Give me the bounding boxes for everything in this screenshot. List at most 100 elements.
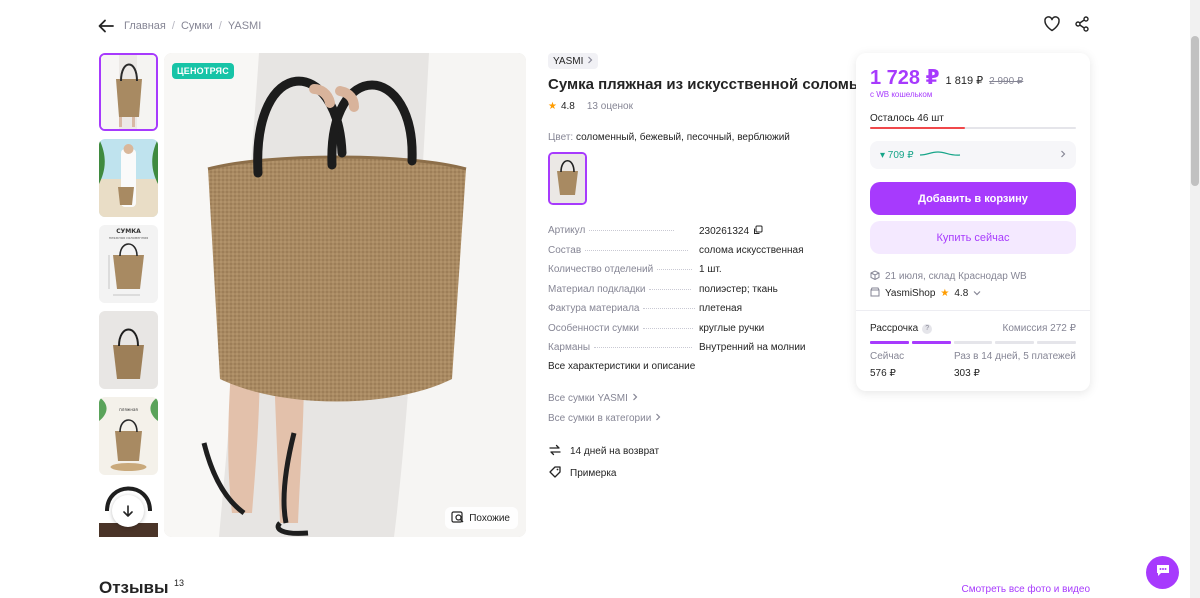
- breadcrumb-home[interactable]: Главная: [124, 20, 166, 32]
- top-actions: [1043, 15, 1091, 33]
- delivery-text: 21 июля, склад Краснодар WB: [885, 271, 1027, 282]
- payment-tabs: Рассрочка ? Комиссия 272 ₽: [870, 323, 1076, 334]
- commission-label: Комиссия 272 ₽: [1002, 323, 1076, 334]
- spec-leader: [643, 308, 696, 309]
- progress-segment: [953, 341, 993, 344]
- color-label-value: соломенный, бежевый, песочный, верблюжий: [575, 132, 790, 143]
- wallet-note[interactable]: с WB кошельком: [870, 90, 932, 99]
- spec-key: Состав: [548, 244, 582, 256]
- category-all-label: Все сумки в категории: [548, 413, 652, 424]
- progress-segment: [995, 341, 1035, 344]
- stock-bar-fill: [870, 127, 965, 129]
- similar-label: Похожие: [469, 512, 510, 524]
- tab-installments[interactable]: Рассрочка ?: [870, 323, 933, 334]
- thumbnail-4[interactable]: [99, 311, 158, 389]
- heart-icon[interactable]: [1043, 15, 1061, 33]
- fitting-info: Примерка: [548, 465, 617, 482]
- spec-leader: [594, 347, 693, 348]
- svg-text:СУМКА: СУМКА: [116, 228, 141, 235]
- svg-text:пляжная соломенная: пляжная соломенная: [109, 236, 149, 240]
- buy-now-button[interactable]: Купить сейчас: [870, 221, 1076, 254]
- svg-text:пляжная: пляжная: [119, 407, 138, 412]
- pay-now-column: Сейчас 576 ₽: [870, 351, 904, 379]
- spec-value: Внутренний на молнии: [699, 342, 806, 353]
- return-arrows-icon: [548, 443, 562, 460]
- thumbnail-5[interactable]: пляжная: [99, 397, 158, 475]
- pay-schedule-label: Раз в 14 дней, 5 платежей: [954, 351, 1076, 362]
- back-arrow-icon[interactable]: [96, 16, 116, 36]
- thumbnail-scroll-down-button[interactable]: [112, 495, 144, 527]
- spec-key: Материал подкладки: [548, 283, 646, 295]
- article-number: 230261324: [699, 226, 750, 237]
- color-label-key: Цвет:: [548, 132, 574, 143]
- box-icon: [870, 270, 880, 283]
- scrollbar-thumb[interactable]: [1191, 36, 1199, 186]
- spec-key: Особенности сумки: [548, 322, 639, 334]
- fitting-label: Примерка: [570, 468, 617, 479]
- trend-line-icon: [918, 149, 962, 162]
- return-label: 14 дней на возврат: [570, 446, 660, 457]
- breadcrumb-separator: /: [171, 20, 175, 32]
- spec-leader: [589, 230, 675, 231]
- chevron-right-icon: [1060, 150, 1066, 161]
- spec-value: плетеная: [699, 303, 743, 314]
- pay-schedule-column: Раз в 14 дней, 5 платежей 303 ₽: [954, 351, 1076, 379]
- spec-value: 1 шт.: [699, 264, 722, 275]
- spec-row: Артикул 230261324: [548, 225, 838, 245]
- thumbnail-2[interactable]: [99, 139, 158, 217]
- brand-all-label: Все сумки YASMI: [548, 393, 628, 404]
- spec-leader: [649, 288, 692, 290]
- spec-row: Особенности сумки круглые ручки: [548, 323, 838, 343]
- similar-search-icon: [451, 510, 465, 526]
- installment-pill[interactable]: ▾ 709 ₽: [870, 141, 1076, 169]
- add-to-cart-button[interactable]: Добавить в корзину: [870, 182, 1076, 215]
- thumbnail-3[interactable]: СУМКА пляжная соломенная: [99, 225, 158, 303]
- brand-chip[interactable]: YASMI: [548, 53, 599, 69]
- stock-text: Осталось 46 шт: [870, 113, 944, 124]
- color-label: Цвет: соломенный, бежевый, песочный, вер…: [548, 132, 790, 143]
- old-price: 2 990 ₽: [989, 76, 1024, 87]
- regular-price: 1 819 ₽: [945, 75, 984, 87]
- spec-leader: [585, 249, 689, 251]
- price-row: 1 728 ₽ 1 819 ₽ 2 990 ₽: [870, 65, 1023, 90]
- progress-segment: [870, 341, 909, 344]
- progress-segment: [911, 341, 951, 344]
- chevron-down-icon: [973, 288, 981, 299]
- shop-icon: [870, 287, 880, 300]
- spec-row: Материал подкладки полиэстер; ткань: [548, 284, 838, 304]
- spec-row: Карманы Внутренний на молнии: [548, 342, 838, 362]
- spec-leader: [657, 269, 693, 270]
- share-icon[interactable]: [1073, 15, 1091, 33]
- reviews-count: 13: [174, 578, 185, 588]
- spec-key: Количество отделений: [548, 264, 654, 275]
- similar-button[interactable]: Похожие: [445, 507, 518, 529]
- main-product-image[interactable]: ЦЕНОТРЯС Похожие: [164, 53, 526, 537]
- wallet-price: 1 728 ₽: [870, 67, 940, 89]
- help-icon[interactable]: ?: [922, 323, 933, 334]
- seller-name: YasmiShop: [885, 288, 936, 299]
- product-page: Главная / Сумки / YASMI СУМКА пляжная сол…: [0, 0, 1200, 598]
- spec-leader: [642, 327, 693, 329]
- chat-button[interactable]: [1146, 556, 1179, 589]
- promo-badge: ЦЕНОТРЯС: [172, 63, 234, 79]
- brand-all-link[interactable]: Все сумки YASMI: [548, 393, 638, 404]
- progress-segment: [1037, 341, 1076, 344]
- breadcrumb-bags[interactable]: Сумки: [181, 20, 213, 32]
- see-all-media-link[interactable]: Смотреть все фото и видео: [961, 584, 1090, 595]
- reviews-count-link[interactable]: 13 оценок: [587, 101, 633, 112]
- purchase-card: 1 728 ₽ 1 819 ₽ 2 990 ₽ с WB кошельком О…: [856, 53, 1090, 391]
- installment-price: ▾ 709 ₽: [880, 149, 914, 161]
- thumbnail-strip: СУМКА пляжная соломенная пляжная: [99, 53, 158, 537]
- breadcrumb: Главная / Сумки / YASMI: [124, 20, 261, 32]
- thumbnail-1[interactable]: [99, 53, 158, 131]
- product-rating: ★ 4.8 13 оценок: [548, 101, 633, 112]
- category-all-link[interactable]: Все сумки в категории: [548, 413, 661, 424]
- star-icon: ★: [940, 288, 950, 299]
- breadcrumb-brand[interactable]: YASMI: [228, 20, 261, 32]
- all-specs-link[interactable]: Все характеристики и описание: [548, 361, 695, 372]
- color-swatch[interactable]: [548, 152, 587, 205]
- page-scrollbar[interactable]: [1190, 0, 1200, 598]
- copy-icon[interactable]: [753, 225, 763, 238]
- seller-info[interactable]: YasmiShop ★ 4.8: [870, 287, 981, 300]
- pay-now-value: 576 ₽: [870, 368, 896, 379]
